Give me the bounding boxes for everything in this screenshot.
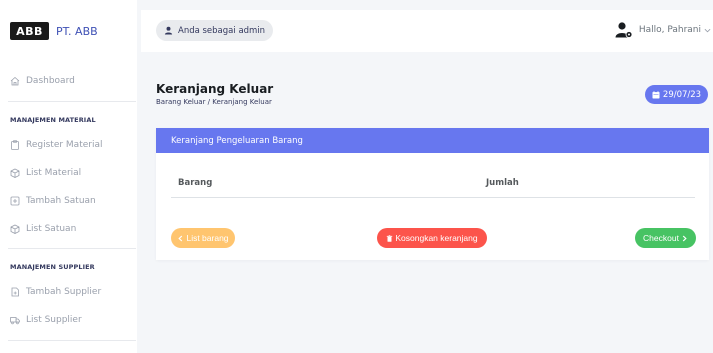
user-menu[interactable]: Hallo, Pahrani bbox=[615, 21, 711, 39]
topbar: Anda sebagai admin Hallo, Pahrani bbox=[141, 10, 713, 52]
clipboard-icon bbox=[10, 140, 20, 150]
sidebar: ABB PT. ABB Dashboard MANAJEMEN MATERIAL… bbox=[0, 0, 137, 353]
button-label: Kosongkan keranjang bbox=[395, 233, 478, 243]
date-badge: 29/07/23 bbox=[645, 85, 708, 104]
sidebar-item-list-satuan[interactable]: List Satuan bbox=[10, 224, 76, 234]
role-badge: Anda sebagai admin bbox=[156, 20, 274, 41]
breadcrumb: Barang Keluar / Keranjang Keluar bbox=[156, 98, 272, 106]
sidebar-item-list-supplier[interactable]: List Supplier bbox=[10, 315, 82, 325]
user-greeting: Hallo, Pahrani bbox=[638, 25, 701, 35]
sidebar-item-register-material[interactable]: Register Material bbox=[10, 140, 102, 150]
list-barang-button[interactable]: List barang bbox=[171, 228, 235, 248]
button-label: List barang bbox=[186, 233, 229, 243]
user-cog-icon bbox=[615, 22, 633, 38]
sidebar-section-supplier: MANAJEMEN SUPPLIER bbox=[10, 263, 95, 271]
cart-card: Keranjang Pengeluaran Barang Barang Juml… bbox=[156, 128, 709, 260]
file-plus-icon bbox=[10, 287, 20, 297]
kosongkan-keranjang-button[interactable]: Kosongkan keranjang bbox=[377, 228, 487, 248]
brand-name: PT. ABB bbox=[56, 24, 98, 38]
button-label: Checkout bbox=[643, 233, 679, 243]
calendar-icon bbox=[652, 90, 660, 98]
plus-square-icon bbox=[10, 196, 20, 206]
home-icon bbox=[10, 76, 20, 86]
brand[interactable]: ABB PT. ABB bbox=[10, 22, 98, 40]
role-label: Anda sebagai admin bbox=[178, 25, 266, 36]
sidebar-item-label: Tambah Satuan bbox=[26, 196, 96, 206]
checkout-button[interactable]: Checkout bbox=[635, 228, 696, 248]
sidebar-item-label: List Satuan bbox=[26, 224, 77, 234]
chevron-right-icon bbox=[682, 235, 687, 241]
date-text: 29/07/23 bbox=[662, 89, 702, 100]
sidebar-item-label: Register Material bbox=[26, 140, 103, 150]
sidebar-divider bbox=[8, 101, 136, 102]
sidebar-item-tambah-satuan[interactable]: Tambah Satuan bbox=[10, 196, 96, 206]
box-icon bbox=[10, 224, 20, 234]
sidebar-item-tambah-supplier[interactable]: Tambah Supplier bbox=[10, 287, 101, 297]
page-title: Keranjang Keluar bbox=[156, 82, 274, 96]
sidebar-item-label: List Material bbox=[26, 168, 82, 178]
user-icon bbox=[164, 26, 173, 35]
sidebar-section-material: MANAJEMEN MATERIAL bbox=[10, 116, 96, 124]
table-divider bbox=[171, 197, 695, 198]
column-header-barang: Barang bbox=[178, 178, 213, 188]
card-header: Keranjang Pengeluaran Barang bbox=[156, 128, 709, 153]
sidebar-item-dashboard[interactable]: Dashboard bbox=[10, 76, 75, 86]
column-header-jumlah: Jumlah bbox=[486, 178, 519, 188]
sidebar-item-label: Dashboard bbox=[26, 76, 75, 86]
sidebar-item-label: Tambah Supplier bbox=[26, 287, 102, 297]
trash-icon bbox=[387, 234, 393, 242]
sidebar-item-list-material[interactable]: List Material bbox=[10, 168, 81, 178]
sidebar-divider bbox=[8, 340, 136, 341]
truck-icon bbox=[10, 315, 20, 325]
chevron-left-icon bbox=[178, 235, 183, 241]
sidebar-item-label: List Supplier bbox=[26, 315, 82, 325]
chevron-down-icon bbox=[704, 28, 711, 32]
box-icon bbox=[10, 168, 20, 178]
sidebar-divider bbox=[8, 248, 136, 249]
brand-logo: ABB bbox=[10, 22, 49, 40]
